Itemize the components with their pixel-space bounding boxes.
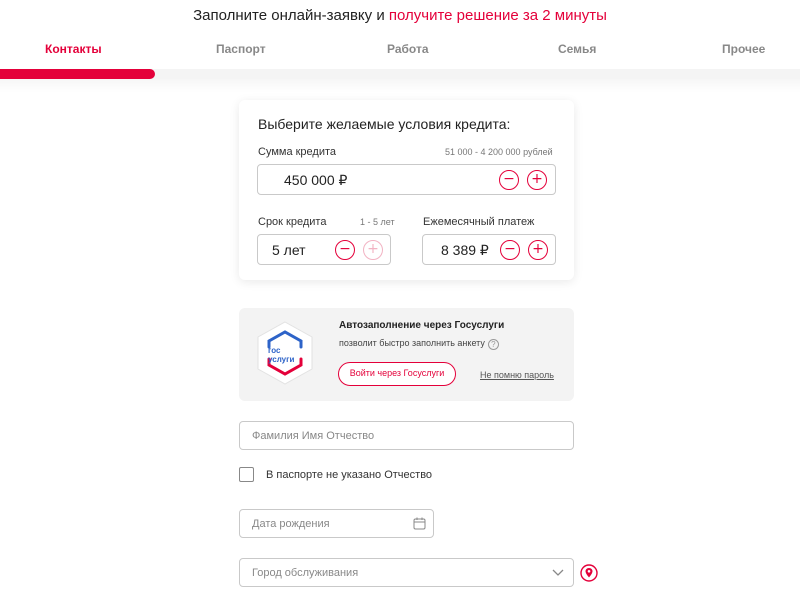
steps-nav: Контакты Паспорт Работа Семья Прочее (0, 42, 800, 58)
progress-bar (0, 69, 800, 79)
page-headline: Заполните онлайн-заявку и получите решен… (0, 7, 800, 24)
gosuslugi-card: гос услуги Автозаполнение через Госуслуг… (239, 308, 574, 401)
amount-stepper[interactable]: 450 000 ₽ − + (257, 164, 556, 195)
payment-value[interactable]: 8 389 ₽ (441, 242, 489, 259)
no-patronymic-label: В паспорте не указано Отчество (266, 469, 433, 481)
amount-label: Сумма кредита (258, 146, 337, 158)
gosuslugi-logo: гос услуги (257, 321, 313, 385)
credit-calculator-card: Выберите желаемые условия кредита: Сумма… (239, 100, 574, 280)
full-name-placeholder: Фамилия Имя Отчество (252, 430, 375, 442)
gosuslugi-subtitle: позволит быстро заполнить анкету? (339, 338, 499, 350)
term-range: 1 - 5 лет (360, 217, 395, 227)
amount-range: 51 000 - 4 200 000 рублей (445, 147, 553, 157)
no-patronymic-checkbox[interactable] (239, 467, 254, 482)
birthdate-placeholder: Дата рождения (252, 518, 330, 530)
location-pin-icon[interactable] (580, 564, 598, 582)
amount-value[interactable]: 450 000 ₽ (284, 172, 347, 189)
headline-text: Заполните онлайн-заявку и (193, 7, 385, 24)
term-label: Срок кредита (258, 216, 327, 228)
city-select[interactable]: Город обслуживания (239, 558, 574, 587)
payment-minus-button[interactable]: − (500, 240, 520, 260)
gosuslugi-login-button[interactable]: Войти через Госуслуги (338, 362, 456, 386)
forgot-password-link[interactable]: Не помню пароль (480, 370, 554, 380)
step-contacts[interactable]: Контакты (45, 42, 102, 56)
step-passport[interactable]: Паспорт (216, 42, 266, 56)
calendar-icon[interactable] (413, 517, 426, 530)
payment-plus-button[interactable]: + (528, 240, 548, 260)
term-minus-button[interactable]: − (335, 240, 355, 260)
gosuslugi-subtitle-text: позволит быстро заполнить анкету (339, 338, 485, 348)
calculator-title: Выберите желаемые условия кредита: (258, 116, 511, 132)
progress-fill (0, 69, 156, 79)
birthdate-field[interactable]: Дата рождения (239, 509, 434, 538)
city-placeholder: Город обслуживания (252, 567, 359, 579)
gosuslugi-logo-text-2: услуги (268, 355, 294, 364)
step-other[interactable]: Прочее (722, 42, 765, 56)
term-plus-button[interactable]: + (363, 240, 383, 260)
step-work[interactable]: Работа (387, 42, 429, 56)
help-icon[interactable]: ? (487, 339, 499, 350)
term-value[interactable]: 5 лет (272, 242, 306, 258)
chevron-down-icon[interactable] (552, 569, 564, 577)
payment-stepper[interactable]: 8 389 ₽ − + (422, 234, 556, 265)
headline-accent: получите решение за 2 минуты (388, 7, 607, 24)
payment-label: Ежемесячный платеж (423, 216, 535, 228)
amount-plus-button[interactable]: + (527, 170, 547, 190)
full-name-field[interactable]: Фамилия Имя Отчество (239, 421, 574, 450)
progress-shadow (0, 79, 800, 93)
term-stepper[interactable]: 5 лет − + (257, 234, 391, 265)
gosuslugi-logo-text-1: гос (268, 346, 281, 355)
gosuslugi-title: Автозаполнение через Госуслуги (339, 320, 505, 331)
step-family[interactable]: Семья (558, 42, 596, 56)
amount-minus-button[interactable]: − (499, 170, 519, 190)
